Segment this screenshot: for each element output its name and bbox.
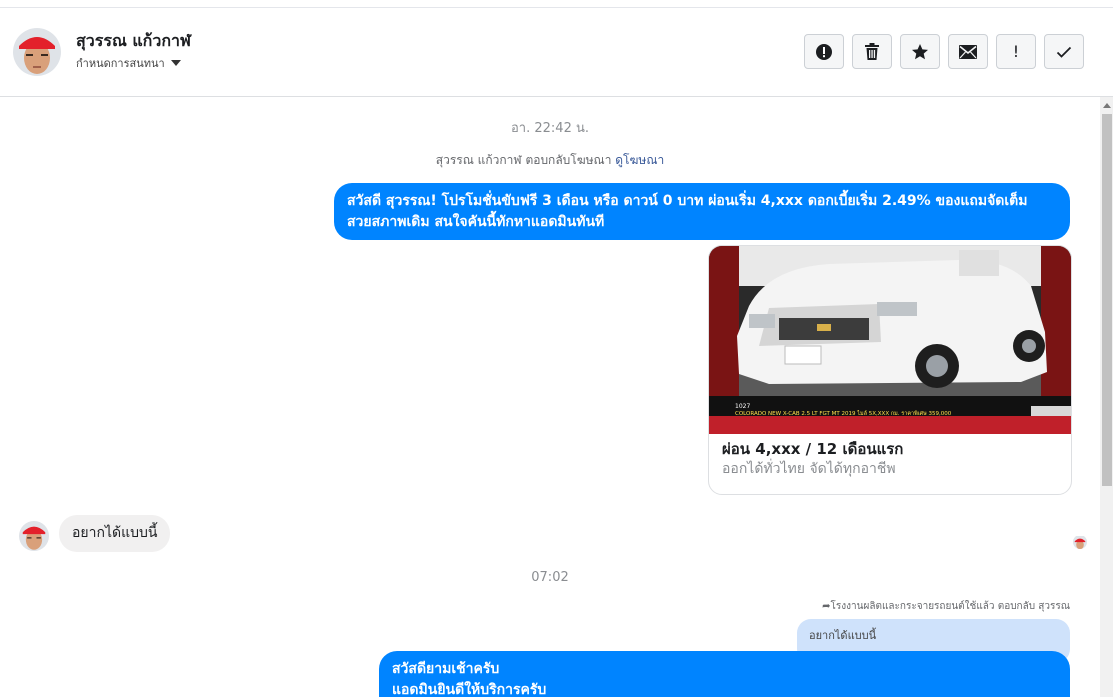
- contact-name: สุวรรณ แก้วกาฬ: [76, 31, 191, 50]
- reply-reference-text: โรงงานผลิตและกระจายรถยนต์ใช้แล้ว ตอบกลับ…: [830, 601, 1070, 612]
- conversation-header: สุวรรณ แก้วกาฬ กำหนดการสนทนา !: [0, 8, 1113, 97]
- star-button[interactable]: [900, 34, 940, 69]
- follow-up-button[interactable]: !: [996, 34, 1036, 69]
- envelope-icon: [959, 44, 977, 59]
- scrollbar-thumb[interactable]: [1102, 114, 1112, 486]
- view-ad-link[interactable]: ดูโฆษณา: [615, 153, 664, 167]
- star-icon: [912, 43, 928, 59]
- ad-image-banner: COLORADO NEW X-CAB 2.5 LT FGT MT 2019 ไม…: [735, 410, 952, 417]
- ad-image-badge: 1027: [735, 403, 750, 410]
- mark-done-button[interactable]: [1044, 34, 1084, 69]
- message-line: สวัสดียามเช้าครับ: [392, 661, 500, 677]
- ad-card-subtitle: ออกได้ทั่วไทย จัดได้ทุกอาชีพ: [722, 461, 896, 477]
- message-line: สวยสภาพเดิม สนใจคันนี้ทักหาแอดมินทันที: [347, 214, 605, 230]
- message-line: แอดมินยินดีให้บริการครับ: [392, 682, 547, 697]
- ad-reply-text: สุวรรณ แก้วกาฬ ตอบกลับโฆษณา: [435, 153, 612, 167]
- message-line: สวัสดี สุวรรณ! โปรโมชั่นขับฟรี 3 เดือน ห…: [347, 193, 1028, 209]
- timestamp: อา. 22:42 น.: [511, 121, 589, 136]
- ad-card[interactable]: 1027 COLORADO NEW X-CAB 2.5 LT FGT MT 20…: [708, 245, 1072, 495]
- contact-avatar[interactable]: [13, 28, 61, 76]
- alert-circle-icon: [816, 43, 832, 60]
- seen-avatar: [1073, 535, 1087, 549]
- contact-avatar-small[interactable]: [19, 521, 49, 551]
- incoming-message: อยากได้แบบนี้: [59, 515, 171, 552]
- ad-reply-notice: สุวรรณ แก้วกาฬ ตอบกลับโฆษณา ดูโฆษณา: [0, 151, 1100, 170]
- exclamation-icon: !: [1012, 42, 1020, 61]
- scroll-up-arrow-icon[interactable]: [1103, 103, 1111, 108]
- mark-unread-button[interactable]: [948, 34, 988, 69]
- timestamp: 07:02: [531, 570, 569, 585]
- mark-spam-button[interactable]: [804, 34, 844, 69]
- outgoing-message: สวัสดียามเช้าครับ แอดมินยินดีให้บริการคร…: [379, 651, 1070, 697]
- reply-arrow-icon: ➦: [822, 601, 831, 612]
- outgoing-message: สวัสดี สุวรรณ! โปรโมชั่นขับฟรี 3 เดือน ห…: [334, 183, 1070, 240]
- trash-icon: [865, 43, 879, 60]
- ad-car-image[interactable]: 1027 COLORADO NEW X-CAB 2.5 LT FGT MT 20…: [709, 246, 1071, 434]
- assign-conversation-dropdown[interactable]: กำหนดการสนทนา: [76, 54, 181, 72]
- assign-label: กำหนดการสนทนา: [76, 57, 165, 70]
- delete-button[interactable]: [852, 34, 892, 69]
- caret-down-icon: [170, 60, 181, 66]
- reply-reference: ➦โรงงานผลิตและกระจายรถยนต์ใช้แล้ว ตอบกลั…: [822, 599, 1070, 614]
- message-thread[interactable]: อา. 22:42 น. สุวรรณ แก้วกาฬ ตอบกลับโฆษณา…: [0, 97, 1100, 697]
- checkmark-icon: [1056, 46, 1072, 58]
